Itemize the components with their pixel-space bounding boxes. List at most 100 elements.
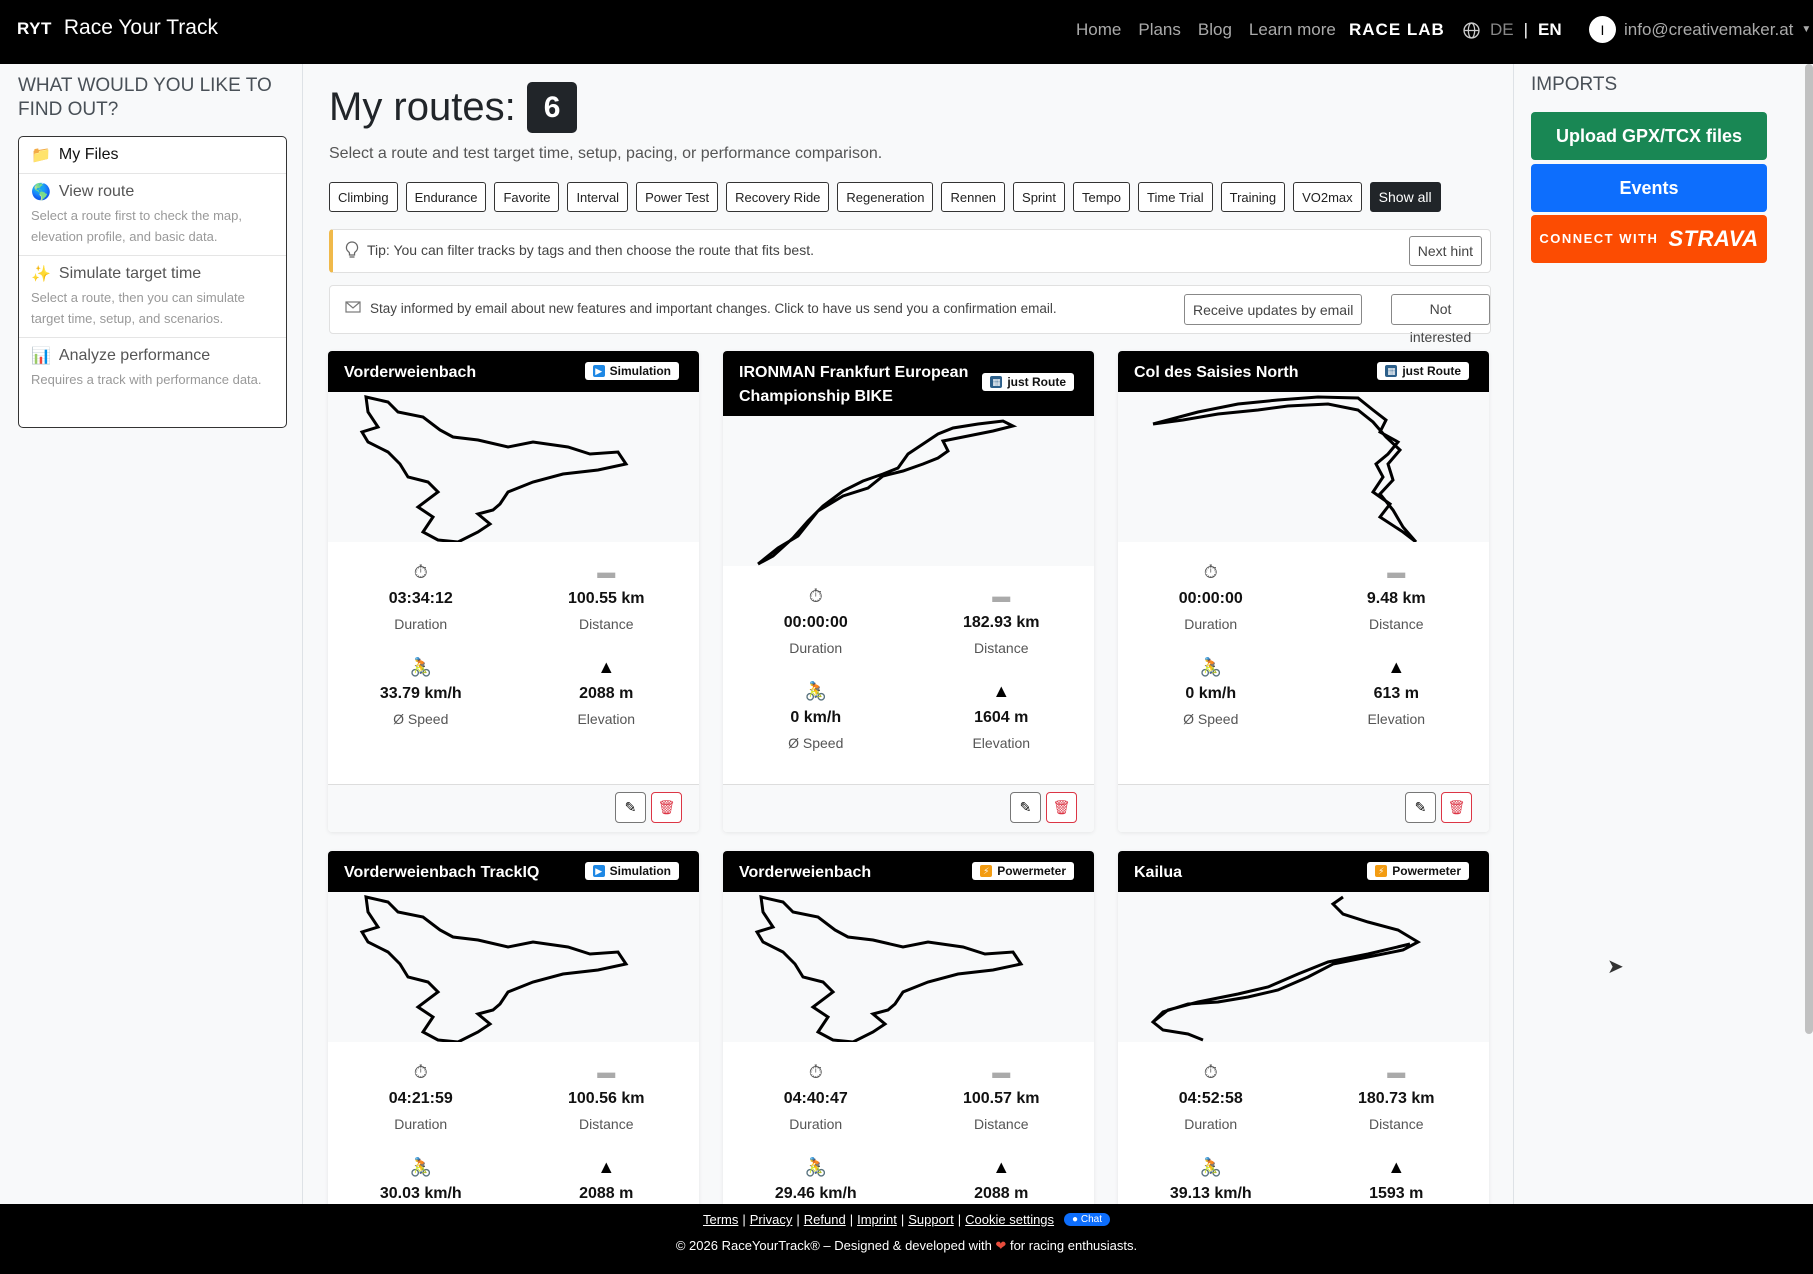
nav-race-lab-link[interactable]: RACE LAB <box>1349 20 1445 40</box>
stopwatch-icon: ⏱ <box>808 586 823 606</box>
tag-filter-sprint[interactable]: Sprint <box>1013 182 1065 212</box>
not-interested-button[interactable]: Not interested <box>1391 294 1490 345</box>
cyclist-icon: 🚴 <box>1199 1157 1222 1177</box>
tag-filter-tempo[interactable]: Tempo <box>1073 182 1131 212</box>
nav-home-link[interactable]: Home <box>1076 20 1121 40</box>
tag-filter-vo2max[interactable]: VO2max <box>1293 182 1362 212</box>
sparkle-icon: ✨ <box>31 266 51 283</box>
footer-cookie-settings-link[interactable]: Cookie settings <box>965 1212 1054 1227</box>
duration-value: 04:21:59 <box>388 1090 453 1107</box>
route-card-header: Vorderweienbach TrackIQ ▶ Simulation <box>328 851 699 892</box>
edit-route-button[interactable]: ✎ <box>1010 792 1041 823</box>
tag-filter-power-test[interactable]: Power Test <box>636 182 719 212</box>
chat-button[interactable]: ● Chat <box>1064 1213 1110 1226</box>
ruler-icon: ▬ <box>992 586 1011 606</box>
connect-strava-button[interactable]: CONNECT WITH STRAVA <box>1531 215 1767 263</box>
footer-links: Terms | Privacy | Refund | Imprint | Support… <box>0 1212 1813 1227</box>
route-card[interactable]: Kailua ⚡ Powermeter ⏱ 04:52:58 Duration ▬ 18… <box>1118 851 1489 1211</box>
route-shape <box>359 895 629 1044</box>
route-card[interactable]: Vorderweienbach ⚡ Powermeter ⏱ 04:40:47 Dur… <box>723 851 1094 1211</box>
stat-speed: 🚴 0 km/h Ø Speed <box>1118 657 1304 752</box>
footer-support-link[interactable]: Support <box>908 1212 954 1227</box>
trash-icon: 🗑 <box>1447 799 1466 815</box>
page-scrollbar[interactable] <box>1805 64 1813 1034</box>
route-title: Vorderweienbach TrackIQ <box>344 864 540 881</box>
footer-privacy-link[interactable]: Privacy <box>750 1212 793 1227</box>
delete-route-button[interactable]: 🗑 <box>1046 792 1077 823</box>
edit-route-button[interactable]: ✎ <box>1405 792 1436 823</box>
brand-link[interactable]: RYT Race Your Track <box>17 16 218 40</box>
stopwatch-icon: ⏱ <box>1203 562 1218 582</box>
sidebar-item-my-files[interactable]: 📁 My Files <box>19 137 286 174</box>
route-card-header: IRONMAN Frankfurt European Championship … <box>723 351 1094 416</box>
next-hint-button[interactable]: Next hint <box>1408 236 1482 266</box>
route-title: Vorderweienbach <box>739 864 872 881</box>
distance-value: 100.56 km <box>567 1090 645 1107</box>
route-map-thumbnail <box>723 892 1094 1044</box>
tag-filter-regeneration[interactable]: Regeneration <box>837 182 934 212</box>
elevation-value: 1604 m <box>974 709 1029 726</box>
route-card[interactable]: IRONMAN Frankfurt European Championship … <box>723 351 1094 832</box>
ruler-icon: ▬ <box>1387 1062 1406 1082</box>
route-card[interactable]: Vorderweienbach TrackIQ ▶ Simulation ⏱ 04:… <box>328 851 699 1211</box>
edit-route-button[interactable]: ✎ <box>615 792 646 823</box>
lightning-icon: ⚡ <box>980 865 993 877</box>
speed-label: Ø Speed <box>393 711 449 727</box>
events-button[interactable]: Events <box>1531 164 1767 212</box>
delete-route-button[interactable]: 🗑 <box>651 792 682 823</box>
distance-label: Distance <box>579 616 634 632</box>
ruler-icon: ▬ <box>597 562 616 582</box>
sidebar-item-label: View route <box>58 183 135 200</box>
delete-route-button[interactable]: 🗑 <box>1441 792 1472 823</box>
tip-banner: Tip: You can filter tracks by tags and t… <box>329 229 1491 273</box>
nav-blog-link[interactable]: Blog <box>1198 20 1232 40</box>
tag-filter-recovery-ride[interactable]: Recovery Ride <box>726 182 830 212</box>
stat-distance: ▬ 100.57 km Distance <box>909 1062 1095 1157</box>
lang-en-link[interactable]: EN <box>1538 20 1562 40</box>
receive-updates-button[interactable]: Receive updates by email <box>1184 294 1363 325</box>
lang-de-link[interactable]: DE <box>1490 20 1514 40</box>
tag-filter-training[interactable]: Training <box>1220 182 1286 212</box>
tag-filter-endurance[interactable]: Endurance <box>405 182 487 212</box>
route-card-header: Col des Saisies North ▦ just Route <box>1118 351 1489 392</box>
tag-filter-rennen[interactable]: Rennen <box>941 182 1006 212</box>
nav-learn-more-link[interactable]: Learn more <box>1249 20 1336 40</box>
footer-imprint-link[interactable]: Imprint <box>857 1212 897 1227</box>
mountain-icon: ▲ <box>597 657 616 677</box>
pencil-icon: ✎ <box>624 799 637 815</box>
route-map-thumbnail <box>328 392 699 544</box>
route-card[interactable]: Vorderweienbach ▶ Simulation ⏱ 03:34:12 Dur… <box>328 351 699 832</box>
stat-distance: ▬ 180.73 km Distance <box>1304 1062 1490 1157</box>
elevation-label: Elevation <box>1367 711 1426 727</box>
cyclist-icon: 🚴 <box>409 657 432 677</box>
footer-refund-link[interactable]: Refund <box>804 1212 846 1227</box>
nav-plans-link[interactable]: Plans <box>1138 20 1181 40</box>
sidebar-item-simulate[interactable]: ✨ Simulate target time Select a route, th… <box>19 256 286 338</box>
mountain-icon: ▲ <box>1387 1157 1406 1177</box>
sidebar-item-analyze[interactable]: 📊 Analyze performance Requires a track wi… <box>19 338 286 398</box>
show-all-button[interactable]: Show all <box>1369 182 1441 212</box>
tag-filter-time-trial[interactable]: Time Trial <box>1138 182 1213 212</box>
play-icon: ▶ <box>592 365 605 377</box>
badge-label: Simulation <box>609 864 671 878</box>
route-stats: ⏱ 03:34:12 Duration ▬ 100.55 km Distance 🚴 33… <box>328 542 699 752</box>
tag-filter-interval[interactable]: Interval <box>567 182 629 212</box>
route-map-thumbnail <box>1118 892 1489 1042</box>
tag-filter-climbing[interactable]: Climbing <box>329 182 398 212</box>
badge-label: Simulation <box>609 364 671 378</box>
sidebar-heading: WHAT WOULD YOU LIKE TO FIND OUT? <box>18 75 272 120</box>
user-menu[interactable]: I info@creativemaker.at ▼ <box>1589 16 1811 43</box>
upload-gpx-button[interactable]: Upload GPX/TCX files <box>1531 112 1767 160</box>
sidebar-item-view-route[interactable]: 🌎 View route Select a route first to chec… <box>19 174 286 256</box>
lightning-icon: ⚡ <box>1375 865 1388 877</box>
page-subtitle: Select a route and test target time, set… <box>329 145 883 162</box>
route-title: Vorderweienbach <box>344 364 477 381</box>
badge-label: just Route <box>1007 375 1066 389</box>
caret-down-icon: ▼ <box>1801 24 1812 35</box>
tag-filter-favorite[interactable]: Favorite <box>494 182 560 212</box>
stat-elevation: ▲ 2088 m Elevation <box>514 657 700 752</box>
footer-terms-link[interactable]: Terms <box>703 1212 738 1227</box>
stat-distance: ▬ 100.55 km Distance <box>514 562 700 657</box>
imports-heading: IMPORTS <box>1531 74 1618 95</box>
route-card[interactable]: Col des Saisies North ▦ just Route ⏱ 00:00… <box>1118 351 1489 832</box>
